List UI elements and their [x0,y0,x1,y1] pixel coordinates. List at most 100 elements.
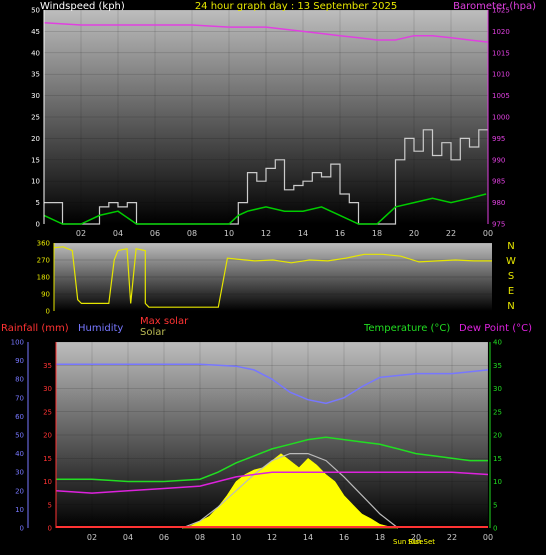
barometer-axis-ticks: 975980985990995100010051010101510201025 [492,7,510,229]
barometer-tick-label: 975 [492,221,505,229]
x-tick-label: 20 [409,229,419,238]
direction-axis-ticks: 360 270 180 90 0 [37,240,50,316]
wind-tick-label: 45 [31,28,40,36]
compass-label-n: N [507,241,514,252]
humidity-tick-label: 80 [15,376,24,384]
rain-tick-label: 25 [43,408,52,416]
direction-tick-label: 0 [46,308,50,316]
temperature-label: Temperature (°C) [363,323,450,334]
max-solar-label: Max solar [140,316,189,327]
wind-tick-label: 10 [31,178,40,186]
wind-tick-label: 30 [31,92,40,100]
weather-graph: 05101520253035404550 9759809859909951000… [1,1,536,546]
rain-tick-label: 0 [48,525,52,533]
humidity-tick-label: 20 [15,487,24,495]
barometer-tick-label: 1000 [492,114,510,122]
compass-label-w: W [506,256,516,267]
temperature-tick-label: 20 [493,432,502,440]
x-tick-label: 04 [113,229,123,238]
temperature-tick-label: 10 [493,478,502,486]
windspeed-label: Windspeed (kph) [40,1,125,12]
x-tick-label: 04 [123,533,133,542]
rain-tick-label: 30 [43,385,52,393]
humidity-axis-ticks: 0 10 20 30 40 50 60 70 80 90 100 [11,339,24,533]
barometer-tick-label: 1010 [492,71,510,79]
x-tick-label: 06 [150,229,160,238]
compass-labels: NWSEN [506,241,516,312]
rain-tick-label: 35 [43,362,52,370]
direction-tick-label: 360 [37,240,50,248]
barometer-tick-label: 1020 [492,28,510,36]
x-tick-label: 06 [159,533,169,542]
direction-tick-label: 180 [37,274,50,282]
dew-point-label: Dew Point (°C) [459,323,532,334]
wind-x-ticks: 02 04 06 08 10 12 14 16 18 20 22 00 [76,229,493,238]
temperature-tick-label: 35 [493,362,502,370]
temperature-tick-label: 15 [493,455,502,463]
x-tick-label: 08 [195,533,205,542]
x-tick-label: 10 [224,229,234,238]
x-tick-label: 02 [87,533,97,542]
wind-tick-label: 0 [36,221,40,229]
humidity-tick-label: 90 [15,357,24,365]
rain-tick-label: 5 [48,501,52,509]
temperature-tick-label: 0 [493,525,497,533]
wind-tick-label: 20 [31,135,40,143]
temperature-tick-label: 25 [493,408,502,416]
x-tick-label: 12 [267,533,277,542]
x-tick-label: 08 [187,229,197,238]
x-tick-label: 00 [483,229,493,238]
x-tick-label: 18 [375,533,385,542]
humidity-label: Humidity [78,323,123,334]
temperature-tick-label: 30 [493,385,502,393]
barometer-label: Barometer (hpa) [453,1,536,12]
humidity-tick-label: 100 [11,339,24,347]
wind-tick-label: 35 [31,71,40,79]
rain-tick-label: 10 [43,478,52,486]
temperature-tick-label: 40 [493,339,502,347]
compass-label-s: S [508,271,514,282]
barometer-tick-label: 990 [492,156,505,164]
rainfall-label: Rainfall (mm) [1,323,69,334]
humidity-tick-label: 60 [15,413,24,421]
x-tick-label: 22 [446,229,456,238]
sunset-marker: Sun Set [408,538,435,546]
humidity-tick-label: 0 [20,525,24,533]
x-tick-label: 16 [339,533,349,542]
humidity-tick-label: 10 [15,506,24,514]
barometer-tick-label: 980 [492,199,505,207]
rain-tick-label: 20 [43,432,52,440]
barometer-tick-label: 995 [492,135,505,143]
temperature-axis-ticks: 0 5 10 15 20 25 30 35 40 [493,339,502,533]
wind-tick-label: 15 [31,156,40,164]
x-tick-label: 14 [298,229,308,238]
x-tick-label: 16 [335,229,345,238]
x-tick-label: 10 [231,533,241,542]
barometer-tick-label: 1015 [492,49,510,57]
humidity-tick-label: 40 [15,450,24,458]
barometer-tick-label: 985 [492,178,505,186]
solar-label: Solar [140,327,166,338]
barometer-tick-label: 1005 [492,92,510,100]
x-tick-label: 12 [261,229,271,238]
wind-axis-ticks: 0 5 10 15 20 25 30 35 40 45 50 [31,7,40,229]
x-tick-label: 14 [303,533,313,542]
x-tick-label: 22 [447,533,457,542]
direction-tick-label: 90 [41,291,50,299]
compass-label-n: N [507,301,514,312]
rain-axis-ticks: 0 5 10 15 20 25 30 35 [43,362,52,533]
x-tick-label: 00 [483,533,493,542]
x-tick-label: 02 [76,229,86,238]
humidity-tick-label: 70 [15,394,24,402]
graph-title: 24 hour graph day : 13 September 2025 [195,1,397,12]
wind-tick-label: 40 [31,49,40,57]
direction-tick-label: 270 [37,257,50,265]
x-tick-label: 18 [372,229,382,238]
compass-label-e: E [508,286,514,297]
temperature-tick-label: 5 [493,501,497,509]
wind-tick-label: 50 [31,7,40,15]
wind-tick-label: 5 [36,199,40,207]
humidity-tick-label: 50 [15,432,24,440]
wind-tick-label: 25 [31,114,40,122]
humidity-tick-label: 30 [15,469,24,477]
